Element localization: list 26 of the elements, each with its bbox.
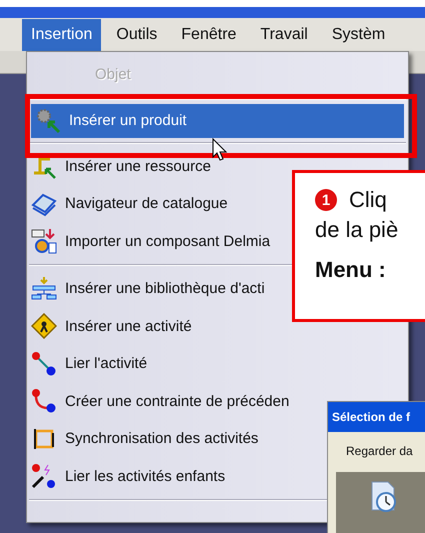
- menu-item[interactable]: Navigateur de catalogue: [27, 185, 234, 222]
- menu-bar-item[interactable]: Outils: [107, 18, 166, 50]
- menu-item[interactable]: Insérer une activité: [27, 308, 198, 345]
- menu-bar-item[interactable]: Insertion: [22, 18, 102, 50]
- menu-bar-item[interactable]: Systèm: [322, 18, 394, 50]
- menu-item[interactable]: Synchronisation des activités: [27, 420, 264, 458]
- menu-item[interactable]: Créer une contrainte de précéden: [27, 382, 296, 420]
- menu-item[interactable]: Insérer une bibliothèque d'acti: [27, 270, 271, 308]
- magic-wand-link-icon: [31, 463, 57, 490]
- callout-text: de la piè: [315, 217, 400, 243]
- look-in-label: Regarder da: [345, 443, 414, 458]
- curved-link-icon: [31, 388, 57, 414]
- menu-bar-item[interactable]: Fenêtre: [172, 18, 246, 50]
- menu-item[interactable]: Importer un composant Delmia: [27, 222, 276, 260]
- menu-label: Menu :: [315, 257, 387, 283]
- menu-item[interactable]: Lier l'activité: [27, 345, 154, 382]
- menu-bar-item[interactable]: Travail: [251, 18, 317, 50]
- link-dots-icon: [31, 350, 57, 377]
- gear-arrow-icon: [35, 108, 61, 134]
- hierarchy-icon: [31, 276, 57, 302]
- number-badge: 1: [315, 189, 337, 211]
- menu-item[interactable]: Insérer un produit: [31, 104, 404, 138]
- menu-item[interactable]: Lier les activités enfants: [27, 458, 232, 495]
- warning-sign-icon: [31, 313, 57, 340]
- dialog-title: Sélection de f: [328, 402, 425, 432]
- callout-text: Cliq: [349, 187, 387, 213]
